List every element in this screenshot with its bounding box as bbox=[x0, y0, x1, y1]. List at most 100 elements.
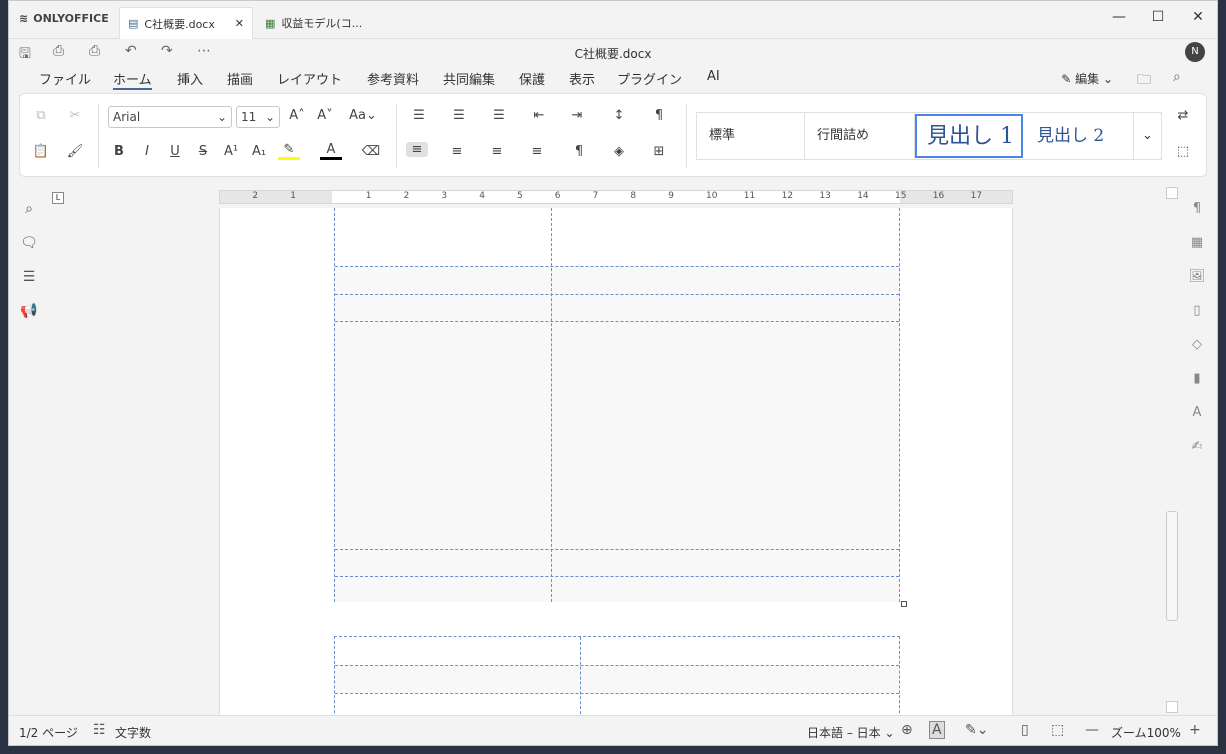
word-count-icon[interactable]: ☷ bbox=[93, 722, 106, 738]
app-window: ≋ ONLYOFFICE ▤ C社概要.docx ✕ ▦ 収益モデル(コ... … bbox=[8, 0, 1218, 746]
cut-icon[interactable]: ✂ bbox=[64, 108, 86, 123]
navigation-icon[interactable]: ☰ bbox=[19, 269, 39, 303]
document-page[interactable] bbox=[219, 208, 1013, 719]
fit-page-icon[interactable]: ▯ bbox=[1021, 722, 1029, 738]
image-settings-icon[interactable]: 🖼 bbox=[1187, 269, 1207, 303]
style-normal[interactable]: 標準 bbox=[697, 113, 805, 159]
header-footer-icon[interactable]: ▯ bbox=[1187, 303, 1207, 337]
horizontal-ruler[interactable]: 2 1 1 2 3 4 5 6 7 8 9 10 11 12 13 14 15 16 17 bbox=[219, 190, 1013, 204]
multilevel-list-icon[interactable]: ☰ bbox=[488, 108, 510, 123]
zoom-out-icon[interactable]: — bbox=[1085, 722, 1099, 738]
tab-document[interactable]: ▤ C社概要.docx ✕ bbox=[119, 7, 253, 39]
close-icon[interactable]: ✕ bbox=[235, 17, 244, 30]
row-divider bbox=[335, 665, 899, 666]
shape-settings-icon[interactable]: ◇ bbox=[1187, 337, 1207, 371]
styles-expand-button[interactable]: ⌄ bbox=[1133, 113, 1163, 159]
borders-icon[interactable]: ⊞ bbox=[648, 144, 670, 159]
scroll-down-button[interactable] bbox=[1166, 701, 1178, 713]
change-case-icon[interactable]: Aa⌄ bbox=[346, 108, 380, 123]
tab-protection[interactable]: 保護 bbox=[519, 69, 545, 88]
paragraph-settings-icon[interactable]: ¶ bbox=[1187, 201, 1207, 235]
zoom-level[interactable]: ズーム100% bbox=[1111, 724, 1181, 741]
paragraph-settings-icon[interactable]: ¶ bbox=[648, 108, 670, 123]
search-icon[interactable]: ⌕ bbox=[19, 201, 39, 235]
highlight-icon[interactable]: ✎ bbox=[278, 142, 300, 160]
font-size-select[interactable]: 11 ⌄ bbox=[236, 106, 280, 128]
textart-settings-icon[interactable]: A bbox=[1187, 405, 1207, 439]
align-left-icon[interactable]: ≡ bbox=[406, 142, 428, 157]
tab-stop-icon[interactable]: L bbox=[52, 192, 64, 204]
ruler-label: 2 bbox=[403, 191, 410, 201]
tab-draw[interactable]: 描画 bbox=[227, 69, 253, 88]
table-cell[interactable] bbox=[335, 665, 899, 693]
font-name-select[interactable]: Arial ⌄ bbox=[108, 106, 232, 128]
select-icon[interactable]: ⬚ bbox=[1172, 144, 1194, 159]
scroll-up-button[interactable] bbox=[1166, 187, 1178, 199]
bold-icon[interactable]: B bbox=[108, 144, 130, 159]
style-heading-2[interactable]: 見出し 2 bbox=[1025, 113, 1133, 159]
copy-icon[interactable]: ⧉ bbox=[30, 108, 52, 123]
spellcheck-icon[interactable]: A bbox=[929, 721, 945, 739]
tab-collaboration[interactable]: 共同編集 bbox=[443, 69, 495, 88]
style-no-spacing[interactable]: 行間詰め bbox=[805, 113, 915, 159]
tab-home[interactable]: ホーム bbox=[113, 69, 152, 90]
page-indicator[interactable]: 1/2 ページ bbox=[19, 724, 78, 741]
tab-plugins[interactable]: プラグイン bbox=[617, 69, 682, 88]
format-painter-icon[interactable]: 🖌 bbox=[64, 144, 86, 159]
bullet-list-icon[interactable]: ☰ bbox=[408, 108, 430, 123]
app-logo[interactable]: ≋ ONLYOFFICE bbox=[19, 12, 109, 25]
edit-mode-button[interactable]: ✎ 編集 ⌄ bbox=[1061, 70, 1113, 87]
tab-references[interactable]: 参考資料 bbox=[367, 69, 419, 88]
underline-icon[interactable]: U bbox=[164, 144, 186, 159]
decrease-indent-icon[interactable]: ⇤ bbox=[528, 108, 550, 123]
italic-icon[interactable]: I bbox=[136, 144, 158, 159]
increase-font-icon[interactable]: A˄ bbox=[286, 108, 308, 123]
tab-insert[interactable]: 挿入 bbox=[177, 69, 203, 88]
decrease-font-icon[interactable]: A˅ bbox=[314, 108, 336, 123]
zoom-in-icon[interactable]: + bbox=[1189, 722, 1201, 738]
chart-settings-icon[interactable]: ▮ bbox=[1187, 371, 1207, 405]
numbered-list-icon[interactable]: ☰ bbox=[448, 108, 470, 123]
minimize-button[interactable]: — bbox=[1104, 9, 1134, 25]
search-icon[interactable]: ⌕ bbox=[1173, 69, 1181, 85]
tab-file[interactable]: ファイル bbox=[39, 69, 91, 88]
maximize-button[interactable]: ☐ bbox=[1143, 9, 1173, 25]
tab-view[interactable]: 表示 bbox=[569, 69, 595, 88]
nonprinting-chars-icon[interactable]: ¶ bbox=[568, 144, 590, 159]
subscript-icon[interactable]: A₁ bbox=[248, 144, 270, 159]
table-cell[interactable] bbox=[335, 208, 899, 266]
avatar[interactable]: N bbox=[1185, 42, 1205, 62]
font-color-icon[interactable]: A bbox=[320, 142, 342, 160]
language-select[interactable]: 日本語 – 日本 ⌄ bbox=[807, 724, 895, 741]
style-heading-1[interactable]: 見出し 1 bbox=[915, 114, 1023, 158]
justify-icon[interactable]: ≡ bbox=[526, 144, 548, 159]
clear-format-icon[interactable]: ⌫ bbox=[360, 144, 382, 159]
shading-icon[interactable]: ◈ bbox=[608, 144, 630, 159]
word-count-label[interactable]: 文字数 bbox=[115, 724, 151, 741]
comment-icon[interactable]: 🗨 bbox=[19, 235, 39, 269]
tab-ai[interactable]: AI bbox=[707, 69, 720, 84]
table-settings-icon[interactable]: ▦ bbox=[1187, 235, 1207, 269]
tab-layout[interactable]: レイアウト bbox=[277, 69, 342, 88]
increase-indent-icon[interactable]: ⇥ bbox=[566, 108, 588, 123]
replace-style-icon[interactable]: ⇄ bbox=[1172, 108, 1194, 123]
line-spacing-icon[interactable]: ↕ bbox=[608, 108, 630, 123]
row-divider bbox=[335, 294, 899, 295]
superscript-icon[interactable]: A¹ bbox=[220, 144, 242, 159]
align-right-icon[interactable]: ≡ bbox=[486, 144, 508, 159]
feedback-icon[interactable]: 📢 bbox=[19, 303, 39, 337]
open-folder-icon[interactable]: 🗀 bbox=[1137, 69, 1151, 93]
signature-icon[interactable]: ✍ bbox=[1187, 439, 1207, 473]
align-center-icon[interactable]: ≡ bbox=[446, 144, 468, 159]
globe-icon[interactable]: ⊕ bbox=[901, 722, 913, 738]
vertical-scrollbar[interactable] bbox=[1166, 511, 1178, 621]
table-resize-handle[interactable] bbox=[901, 601, 907, 607]
table[interactable] bbox=[334, 636, 900, 719]
paste-icon[interactable]: 📋 bbox=[30, 144, 52, 159]
strikethrough-icon[interactable]: S bbox=[192, 144, 214, 159]
fit-width-icon[interactable]: ⬚ bbox=[1051, 722, 1064, 738]
track-changes-icon[interactable]: ✎⌄ bbox=[965, 722, 988, 738]
window-close-button[interactable]: ✕ bbox=[1183, 9, 1213, 25]
tab-spreadsheet[interactable]: ▦ 収益モデル(コ... bbox=[257, 7, 391, 39]
table[interactable] bbox=[334, 208, 900, 602]
